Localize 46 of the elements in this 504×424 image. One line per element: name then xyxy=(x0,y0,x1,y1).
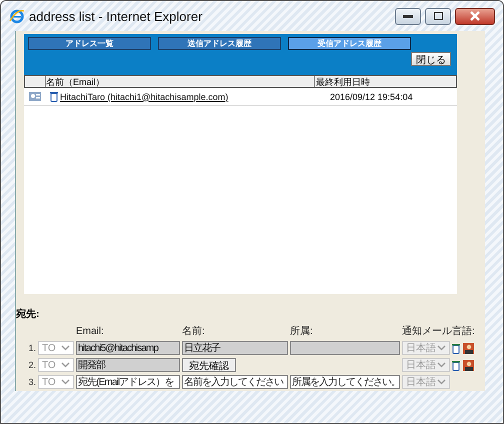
chevron-down-icon xyxy=(437,345,446,351)
affiliation-field[interactable]: 所属を入力してください。 xyxy=(290,375,400,389)
contact-card-icon xyxy=(29,92,41,101)
maximize-button[interactable] xyxy=(425,8,451,24)
field-label: 所属: xyxy=(290,324,314,338)
table-cell: 2016/09/12 19:54:04 xyxy=(330,92,413,102)
chevron-down-icon xyxy=(61,379,70,385)
type-dropdown[interactable]: TO xyxy=(38,358,74,372)
column-header: 名前（Email） xyxy=(46,76,315,87)
trash-icon[interactable] xyxy=(452,360,460,370)
tab[interactable]: 送信アドレス履歴 xyxy=(158,37,281,50)
contact-link[interactable]: HitachiTaro (hitachi1@hitachisample.com) xyxy=(60,92,318,102)
language-dropdown[interactable]: 日本語 xyxy=(402,358,450,372)
trash-icon[interactable] xyxy=(452,342,460,354)
type-dropdown[interactable]: TO xyxy=(38,375,74,389)
language-dropdown[interactable]: 日本語 xyxy=(402,341,450,355)
tab[interactable]: 受信アドレス履歴 xyxy=(288,37,411,50)
name-field[interactable]: 名前を入力してください xyxy=(182,375,288,389)
person-card-icon[interactable] xyxy=(462,342,474,354)
chevron-down-icon xyxy=(437,379,446,385)
maximize-icon xyxy=(434,12,442,20)
column-header: 最終利用日時 xyxy=(315,76,371,87)
tab[interactable]: アドレス一覧 xyxy=(28,37,151,50)
chevron-down-icon xyxy=(61,345,70,351)
close-icon xyxy=(469,11,481,21)
confirm-recipient-button[interactable]: 宛先確認 xyxy=(182,358,236,372)
field-label: 名前: xyxy=(182,325,206,338)
field-label: 通知メール言語: xyxy=(402,324,474,338)
email-field[interactable]: 宛先(Emailアドレス）を xyxy=(76,375,180,389)
field-label: Email: xyxy=(76,326,105,336)
type-dropdown[interactable]: TO xyxy=(38,341,74,355)
chevron-down-icon xyxy=(437,362,446,368)
close-list-button[interactable]: 閉じる xyxy=(411,52,451,66)
row-number: 1. xyxy=(27,343,36,353)
chevron-down-icon xyxy=(61,362,70,368)
row-number: 3. xyxy=(27,377,36,387)
window-title: address list - Internet Explorer xyxy=(29,8,202,24)
language-dropdown[interactable]: 日本語 xyxy=(402,375,450,389)
minimize-icon xyxy=(403,14,413,18)
browser-logo-icon xyxy=(9,8,25,24)
recipients-label: 宛先: xyxy=(16,309,40,320)
person-card-icon[interactable] xyxy=(462,360,474,370)
row-number: 2. xyxy=(27,360,36,370)
close-button[interactable] xyxy=(455,8,495,24)
minimize-button[interactable] xyxy=(395,8,421,24)
trash-icon[interactable] xyxy=(50,91,58,102)
